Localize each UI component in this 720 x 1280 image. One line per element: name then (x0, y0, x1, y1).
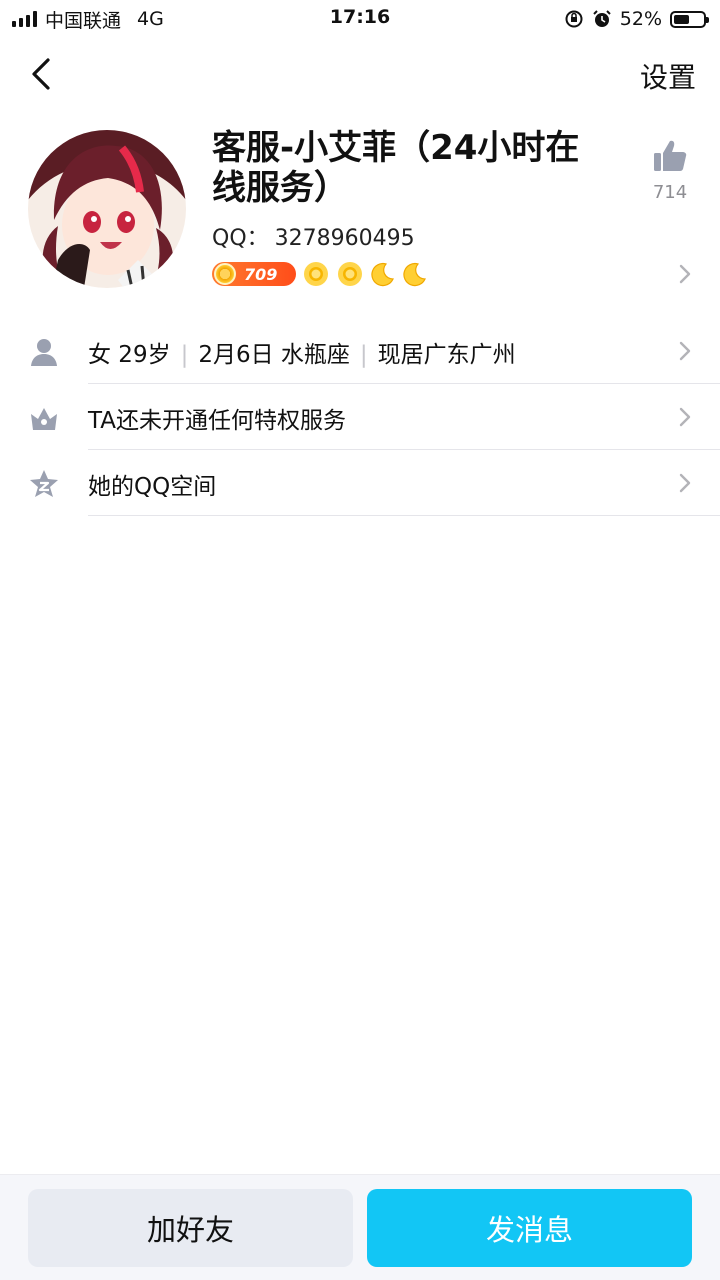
like-button[interactable]: 714 (650, 138, 690, 203)
battery-icon (670, 10, 709, 28)
coin-icon (214, 263, 236, 285)
nav-bar: 设置 (0, 44, 720, 104)
basic-info-text: 女 29岁 | 2月6日 水瓶座 | 现居广东广州 (88, 335, 516, 369)
battery-percent: 52% (619, 8, 662, 30)
separator: | (180, 342, 189, 368)
moon-icon (371, 262, 394, 287)
chevron-left-icon[interactable] (24, 54, 64, 94)
chevron-right-icon (679, 473, 691, 493)
level-pill: 709 (212, 262, 296, 286)
separator: | (359, 342, 368, 368)
status-bar: 中国联通 4G 17:16 52% (0, 0, 720, 38)
moon-icon (403, 262, 426, 287)
status-right: 52% (564, 6, 709, 32)
qzone-star-icon (30, 470, 58, 497)
chevron-right-icon (679, 407, 691, 427)
avatar-image (28, 130, 186, 288)
divider (88, 515, 720, 516)
sun-icon (304, 262, 328, 286)
gender-age: 女 29岁 (88, 342, 171, 368)
qq-id: QQ： 3278960495 (212, 220, 415, 252)
rotation-lock-icon (565, 10, 583, 28)
info-row-basic[interactable]: 女 29岁 | 2月6日 水瓶座 | 现居广东广州 (0, 318, 720, 384)
avatar[interactable] (28, 130, 186, 288)
sun-icon (338, 262, 362, 286)
crown-icon (31, 408, 57, 430)
person-icon (31, 339, 57, 366)
profile-name: 客服-小艾菲（24小时在线服务） (212, 128, 580, 208)
chevron-right-icon (679, 341, 691, 361)
qzone-text: 她的QQ空间 (88, 474, 217, 500)
settings-button[interactable]: 设置 (640, 56, 696, 96)
alarm-icon (593, 10, 611, 27)
info-row-qzone[interactable]: 她的QQ空间 (0, 450, 720, 516)
send-message-button[interactable]: 发消息 (367, 1189, 692, 1267)
location: 现居广东广州 (377, 342, 516, 368)
qq-label: QQ： (212, 226, 269, 251)
privilege-text: TA还未开通任何特权服务 (88, 408, 346, 434)
add-friend-button[interactable]: 加好友 (28, 1189, 353, 1267)
thumbs-up-icon (654, 140, 687, 171)
qq-number: 3278960495 (274, 226, 415, 251)
info-row-privilege[interactable]: TA还未开通任何特权服务 (0, 384, 720, 450)
level-badges[interactable]: 709 (212, 258, 428, 290)
like-count: 714 (652, 182, 688, 203)
birthday-sign: 2月6日 水瓶座 (198, 342, 350, 368)
level-number: 709 (244, 264, 278, 284)
bottom-action-bar: 加好友 发消息 (0, 1174, 720, 1280)
chevron-right-icon[interactable] (678, 263, 692, 285)
